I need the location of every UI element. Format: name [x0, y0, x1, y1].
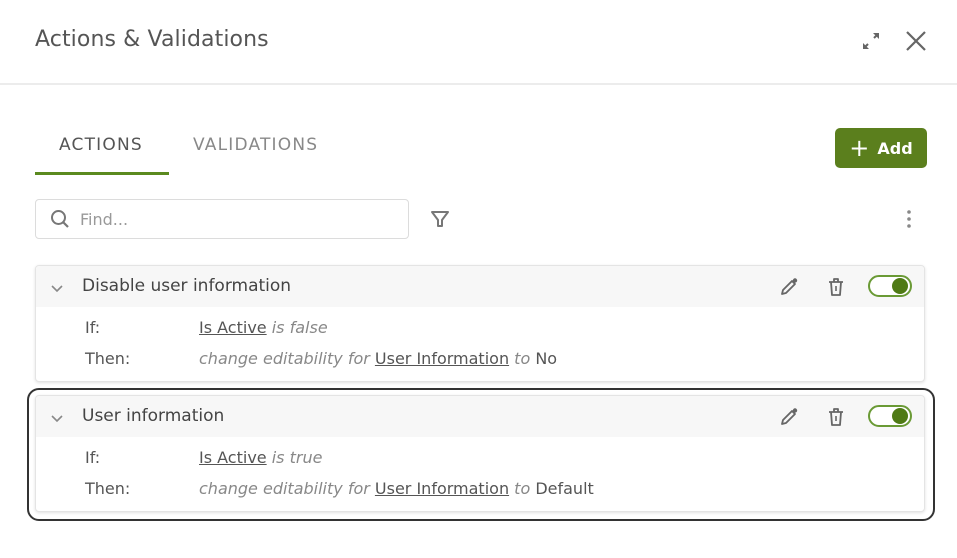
dialog-title: Actions & Validations [35, 27, 269, 52]
then-to: to [514, 479, 531, 498]
tab-actions[interactable]: ACTIONS [59, 135, 143, 155]
add-button[interactable]: + Add [835, 128, 927, 168]
if-label: If: [85, 318, 101, 337]
if-field-link[interactable]: Is Active [199, 318, 267, 337]
search-icon [51, 210, 69, 228]
enabled-toggle[interactable] [868, 275, 912, 297]
more-vertical-icon[interactable] [902, 208, 916, 234]
then-label: Then: [85, 349, 131, 368]
if-field-link[interactable]: Is Active [199, 448, 267, 467]
edit-icon[interactable] [778, 276, 800, 302]
then-prefix: change editability for [199, 479, 370, 498]
then-label: Then: [85, 479, 131, 498]
edit-icon[interactable] [778, 406, 800, 432]
plus-icon: + [849, 134, 870, 162]
action-card-header[interactable]: User information [36, 396, 924, 437]
if-condition: is false [271, 318, 328, 337]
action-card-header[interactable]: Disable user information [36, 266, 924, 307]
then-target-link[interactable]: User Information [375, 349, 509, 368]
delete-icon[interactable] [826, 276, 846, 302]
action-card: User information If: Is Active is true T… [35, 395, 925, 512]
then-value: Default [535, 479, 594, 498]
action-card: Disable user information If: Is Active i… [35, 265, 925, 382]
active-tab-indicator [35, 172, 169, 175]
delete-icon[interactable] [826, 406, 846, 432]
toggle-knob [892, 408, 908, 424]
chevron-down-icon[interactable] [50, 280, 64, 299]
then-target-link[interactable]: User Information [375, 479, 509, 498]
then-value: No [535, 349, 558, 368]
enabled-toggle[interactable] [868, 405, 912, 427]
then-prefix: change editability for [199, 349, 370, 368]
action-title: Disable user information [82, 276, 292, 296]
then-to: to [514, 349, 531, 368]
action-title: User information [82, 406, 225, 426]
filter-icon[interactable] [429, 208, 451, 234]
tab-validations[interactable]: VALIDATIONS [193, 135, 318, 155]
search-box [35, 199, 409, 239]
chevron-down-icon[interactable] [50, 410, 64, 429]
expand-icon[interactable] [858, 28, 884, 54]
search-input[interactable] [78, 208, 382, 230]
if-condition: is true [271, 448, 323, 467]
add-button-label: Add [877, 138, 913, 158]
if-label: If: [85, 448, 101, 467]
toggle-knob [892, 278, 908, 294]
dialog-header: Actions & Validations [0, 0, 957, 85]
close-icon[interactable] [903, 28, 929, 54]
